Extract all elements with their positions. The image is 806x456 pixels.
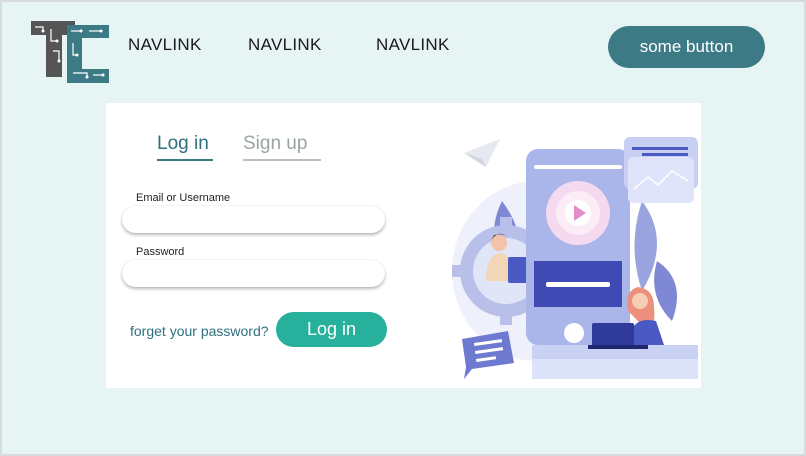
login-card: Log in Sign up Email or Username Passwor…: [106, 103, 701, 388]
tab-login[interactable]: Log in: [157, 133, 213, 161]
mobile-app-illustration-icon: [452, 137, 698, 379]
nav-link-3[interactable]: NAVLINK: [376, 35, 450, 55]
nav-link-1[interactable]: NAVLINK: [128, 35, 202, 55]
forgot-password-link[interactable]: forget your password?: [130, 323, 269, 339]
header-action-button[interactable]: some button: [608, 26, 765, 68]
password-field[interactable]: [122, 260, 385, 287]
tc-logo-icon[interactable]: [31, 21, 109, 83]
tab-signup[interactable]: Sign up: [243, 133, 321, 161]
username-field[interactable]: [122, 206, 385, 233]
username-label: Email or Username: [136, 192, 231, 204]
login-button[interactable]: Log in: [276, 312, 387, 347]
password-label: Password: [136, 246, 185, 258]
nav-link-2[interactable]: NAVLINK: [248, 35, 322, 55]
